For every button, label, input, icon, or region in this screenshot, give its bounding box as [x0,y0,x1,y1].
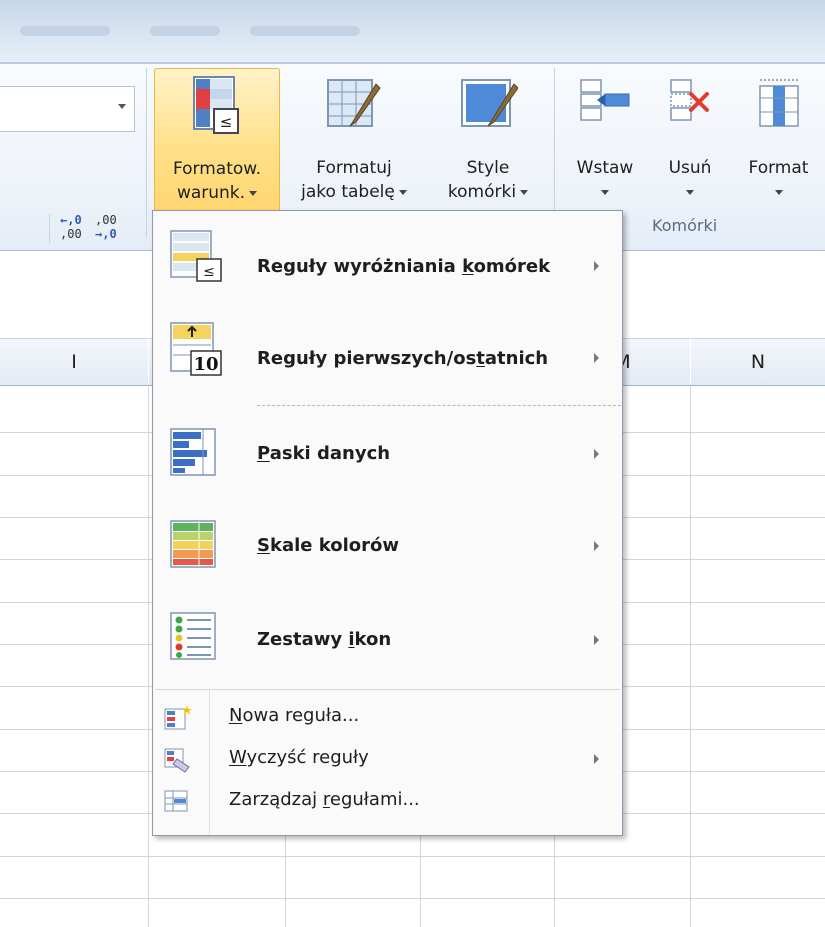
submenu-arrow-icon [594,754,599,764]
cell-styles-icon [461,79,518,127]
icon-sets-icon [170,612,216,660]
dropdown-arrow-icon [249,190,258,196]
color-scales-icon [170,520,216,568]
format-cells-label: Format [748,158,809,178]
new-rule-icon [164,705,192,730]
format-as-table-label2: jako tabelę [282,180,426,204]
svg-text:≤: ≤ [220,113,233,131]
cells-group-label: Komórki [652,216,718,235]
delete-cells-arrow [650,180,730,204]
number-format-dropdown[interactable] [0,86,135,132]
delete-cells-label: Usuń [668,158,712,178]
menu-item-clear-rules[interactable]: Wyczyść reguły [153,739,622,781]
column-header-n[interactable]: N [691,338,825,386]
clear-rules-icon [164,748,190,773]
format-cells-button[interactable]: Format [732,68,825,242]
increase-decimal-button[interactable]: ←,0 ,00 [60,213,94,245]
highlight-cells-rules-icon: ≤ [170,230,222,282]
chevron-down-icon [118,104,126,109]
format-cells-icon [758,79,799,127]
title-bar [0,0,825,62]
svg-text:≤: ≤ [203,264,215,280]
increase-decimal-top: ←,0 [60,213,82,227]
format-as-table-label: Formatuj [316,158,392,178]
menu-item-label: Reguły pierwszych/ostatnich [257,348,549,369]
menu-item-label: Nowa reguła... [229,705,360,726]
insert-cells-icon [580,79,630,121]
submenu-arrow-icon [594,261,599,271]
menu-item-icon-sets[interactable]: Zestawy ikon [153,593,622,687]
conditional-formatting-icon: ≤ [193,76,239,134]
menu-item-data-bars[interactable]: Paski danych [153,409,622,501]
format-as-table-icon [327,79,381,127]
dropdown-arrow-icon [398,189,407,195]
dropdown-arrow-icon [686,189,694,195]
menu-item-highlight-cells-rules[interactable]: ≤ Reguły wyróżniania komórek [153,219,622,315]
submenu-arrow-icon [594,541,599,551]
menu-item-top-bottom-rules[interactable]: 10 Reguły pierwszych/ostatnich [153,315,622,405]
dropdown-arrow-icon [774,189,783,195]
menu-item-label: Zarządzaj regułami... [229,789,420,810]
dropdown-arrow-icon [520,189,529,195]
decrease-decimal-button[interactable]: ,00 →,0 [95,213,129,245]
delete-cells-icon [670,79,709,121]
cell-styles-label2: komórki [428,180,548,204]
menu-item-color-scales[interactable]: Skale kolorów [153,501,622,593]
submenu-arrow-icon [594,635,599,645]
column-header-i[interactable]: I [0,338,148,386]
insert-cells-label: Wstaw [576,158,634,178]
menu-item-label: Skale kolorów [257,535,399,556]
cell-styles-label: Style [466,158,510,178]
decrease-decimal-top: ,00 [95,213,117,227]
decrease-decimal-bottom: →,0 [95,227,117,241]
manage-rules-icon [164,790,188,812]
menu-item-label: Wyczyść reguły [229,747,369,768]
menu-item-manage-rules[interactable]: Zarządzaj regułami... [153,781,622,823]
data-bars-icon [170,428,216,476]
menu-item-label: Paski danych [257,443,391,464]
increase-decimal-bottom: ,00 [60,227,82,241]
menu-item-label: Zestawy ikon [257,629,392,650]
submenu-arrow-icon [594,353,599,363]
svg-text:10: 10 [193,354,218,375]
submenu-arrow-icon [594,449,599,459]
menu-item-label: Reguły wyróżniania komórek [257,256,551,277]
conditional-formatting-label2: warunk. [155,181,279,205]
top-bottom-rules-icon: 10 [170,322,222,376]
format-cells-arrow [732,180,825,204]
menu-item-new-rule[interactable]: Nowa reguła... [153,697,622,739]
conditional-formatting-label: Formatow. [172,159,262,179]
dropdown-arrow-icon [601,189,609,195]
insert-cells-arrow [562,180,648,204]
conditional-formatting-menu: ≤ Reguły wyróżniania komórek 10 Reguły p… [152,210,623,836]
